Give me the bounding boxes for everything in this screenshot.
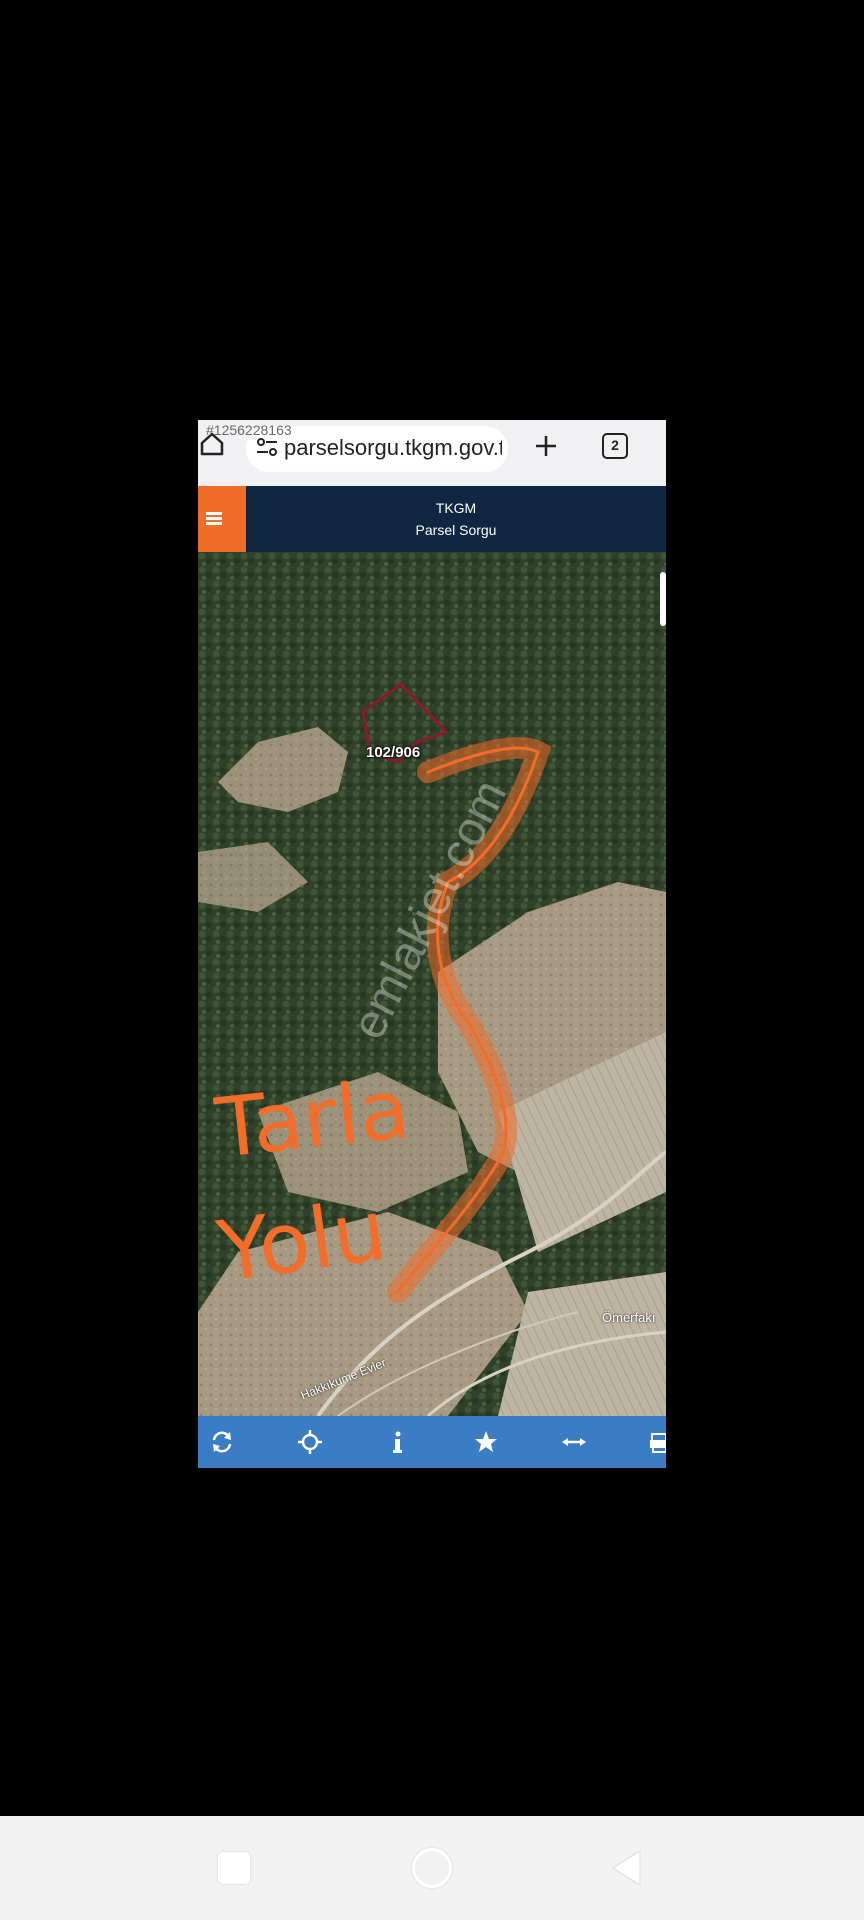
map-toolbar [198, 1416, 666, 1468]
road-label: Ömerfakı [602, 1310, 656, 1325]
site-settings-icon[interactable] [254, 435, 280, 461]
measure-icon[interactable] [560, 1428, 588, 1456]
tab-switcher-button[interactable]: 2 [602, 433, 628, 459]
browser-address-bar: parselsorgu.tkgm.gov.tr #1256228163 2 [198, 420, 666, 486]
app-header: TKGM Parsel Sorgu [198, 486, 666, 552]
recent-apps-button[interactable] [218, 1852, 250, 1884]
annotation-text-1: Tarla [211, 1062, 414, 1177]
info-icon[interactable] [384, 1428, 412, 1456]
star-icon[interactable] [472, 1428, 500, 1456]
new-tab-icon[interactable] [532, 432, 560, 460]
menu-button[interactable] [198, 486, 246, 552]
app-subtitle: Parsel Sorgu [415, 522, 497, 538]
parcel-label: 102/906 [366, 744, 421, 761]
system-nav-bar [0, 1816, 864, 1920]
satellite-map[interactable]: 102/906 emlakjet.com Tarla Yolu Ömerfakı… [198, 552, 666, 1416]
print-icon[interactable] [648, 1428, 666, 1456]
scroll-handle[interactable] [660, 572, 666, 626]
locate-icon[interactable] [296, 1428, 324, 1456]
listing-id-watermark: #1256228163 [206, 422, 292, 438]
refresh-icon[interactable] [208, 1428, 236, 1456]
app-title: TKGM [435, 500, 477, 516]
screenshot-frame: parselsorgu.tkgm.gov.tr #1256228163 2 TK… [198, 420, 666, 1468]
hamburger-icon [206, 512, 222, 515]
back-icon[interactable] [610, 1849, 644, 1887]
home-button[interactable] [412, 1848, 452, 1888]
url-text: parselsorgu.tkgm.gov.tr [284, 435, 502, 460]
